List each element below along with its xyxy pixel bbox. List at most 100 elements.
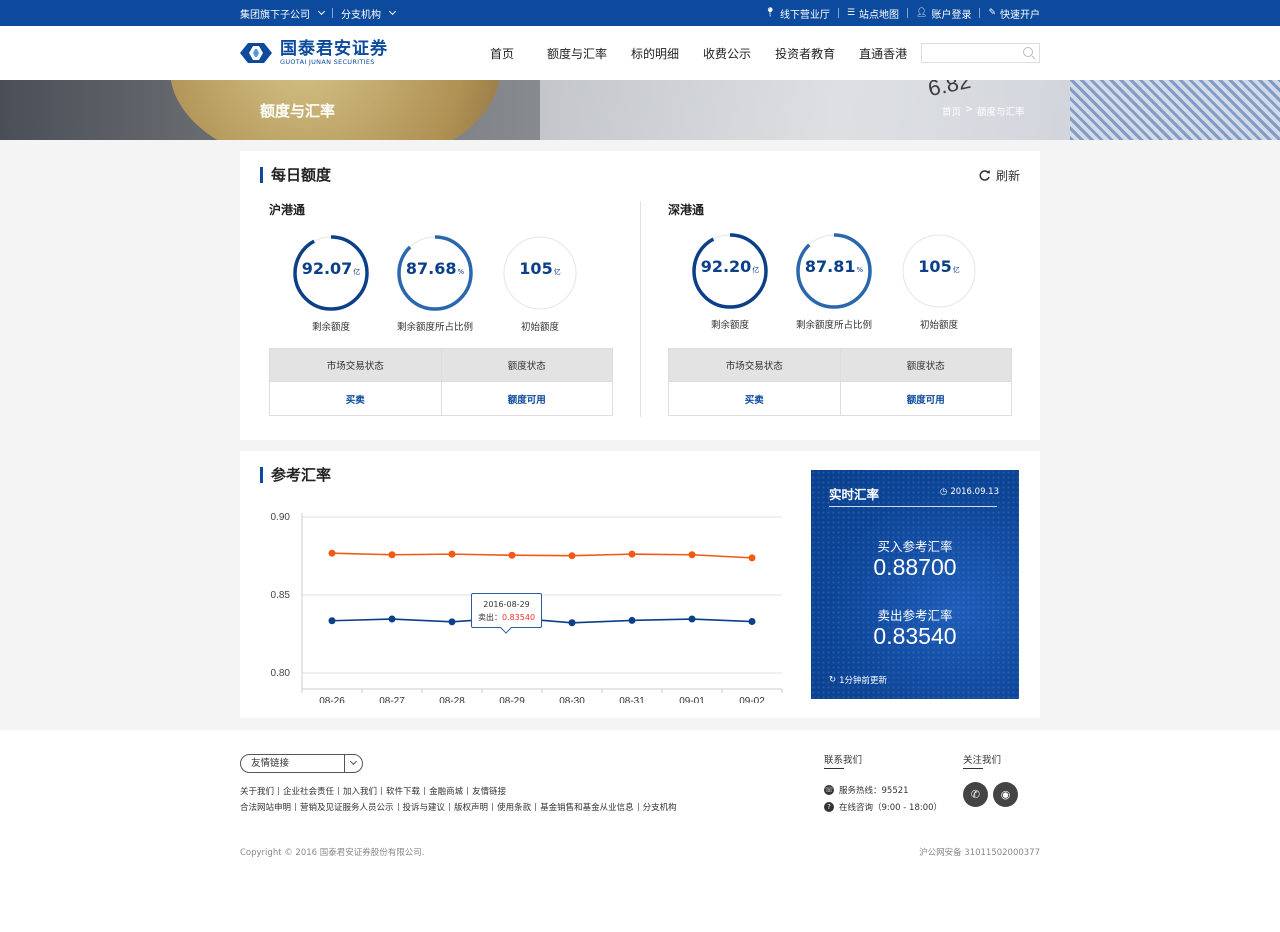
gauge-value: 92.07亿 bbox=[301, 259, 361, 278]
table-header-quota-status: 额度状态 bbox=[839, 348, 1012, 382]
footer-link[interactable]: 投诉与建议 bbox=[403, 801, 446, 813]
footer-link[interactable]: 软件下载 bbox=[386, 785, 420, 797]
buy-rate-value: 0.88700 bbox=[873, 554, 957, 580]
breadcrumb: 首页 > 额度与汇率 bbox=[942, 104, 1025, 118]
logo[interactable]: 国泰君安证券 GUOTAI JUNAN SECURITIES bbox=[240, 40, 388, 66]
footer: 友情链接 关于我们 企业社会责任 加入我们 软件下载 金融商城 友情链接 合法网站申明 营销… bbox=[0, 730, 1280, 932]
status-table: 市场交易状态 额度状态 买卖 额度可用 bbox=[668, 348, 1012, 416]
headset-icon: ☏ bbox=[824, 785, 834, 795]
reference-rate-title: 参考汇率 bbox=[260, 467, 331, 483]
online-consult[interactable]: ? 在线咨询（9:00 - 18:00） bbox=[824, 801, 942, 813]
footer-link[interactable]: 版权声明 bbox=[454, 801, 488, 813]
copyright: Copyright © 2016 国泰君安证券股份有限公司. bbox=[240, 848, 425, 858]
data-point bbox=[508, 551, 516, 559]
account-icon: ✎ bbox=[988, 8, 996, 18]
logo-text-cn: 国泰君安证券 bbox=[280, 39, 388, 59]
location-pin-icon: 📍︎ bbox=[764, 8, 776, 18]
x-tick-label: 08-31 bbox=[619, 696, 645, 703]
nav-quota-rate[interactable]: 额度与汇率 bbox=[547, 45, 607, 62]
footer-link[interactable]: 金融商城 bbox=[429, 785, 463, 797]
footer-link[interactable]: 加入我们 bbox=[343, 785, 377, 797]
divider bbox=[332, 8, 333, 18]
x-tick-label: 08-27 bbox=[379, 696, 405, 703]
gauge-label: 剩余额度 bbox=[311, 322, 350, 333]
footer-link[interactable]: 营销及见证服务人员公示 bbox=[300, 801, 394, 813]
footer-link[interactable]: 关于我们 bbox=[240, 785, 274, 797]
wechat-icon[interactable]: ✆ bbox=[963, 782, 988, 807]
data-point bbox=[328, 549, 336, 557]
status-table: 市场交易状态 额度状态 买卖 额度可用 bbox=[269, 348, 613, 416]
gauge-label: 剩余额度所占比例 bbox=[795, 320, 872, 331]
refresh-icon: ↻ bbox=[829, 675, 837, 685]
site-map-label: 站点地图 bbox=[859, 9, 900, 21]
x-tick-label: 09-01 bbox=[679, 696, 705, 703]
data-point bbox=[748, 554, 756, 562]
logo-mark-icon bbox=[240, 43, 272, 63]
breadcrumb-home[interactable]: 首页 bbox=[942, 104, 961, 118]
x-tick-label: 08-26 bbox=[319, 696, 345, 703]
divider bbox=[979, 8, 981, 18]
tooltip-label: 卖出： bbox=[477, 613, 502, 622]
footer-link[interactable]: 友情链接 bbox=[472, 785, 506, 797]
y-tick-label: 0.85 bbox=[271, 590, 291, 601]
breadcrumb-separator: > bbox=[965, 104, 973, 115]
search-icon[interactable] bbox=[1023, 47, 1033, 57]
divider bbox=[492, 803, 494, 811]
beian-number: 沪公网安备 31011502000377 bbox=[919, 848, 1040, 858]
weibo-icon[interactable]: ◉ bbox=[993, 782, 1018, 807]
x-tick-label: 08-29 bbox=[499, 696, 525, 703]
market-shanghai: 沪港通 92.07亿 剩余额度 87.68% 剩余额度所占比例 105亿 初始额… bbox=[269, 151, 629, 440]
quota-status-value: 额度可用 bbox=[839, 381, 1012, 416]
realtime-rate-panel: 实时汇率 ◷ 2016.09.13 买入参考汇率 0.88700 卖出参考汇率 … bbox=[811, 470, 1019, 699]
chart-tooltip: 2016-08-29 卖出：0.83540 bbox=[471, 593, 542, 628]
x-tick-label: 08-30 bbox=[559, 696, 585, 703]
friend-links-select[interactable]: 友情链接 bbox=[240, 754, 363, 773]
follow-title: 关注我们 bbox=[963, 752, 1001, 769]
daily-quota-card: 每日额度 刷新 沪港通 92.07亿 剩余额度 87.68% 剩余额度所占比例 … bbox=[240, 151, 1040, 440]
question-icon: ? bbox=[824, 802, 834, 812]
branch-dropdown[interactable]: 分支机构 bbox=[341, 6, 397, 21]
footer-link[interactable]: 企业社会责任 bbox=[283, 785, 334, 797]
hotline: ☏ 服务热线：95521 bbox=[824, 785, 909, 796]
gauge-remaining-ratio: 87.81% 剩余额度所占比例 bbox=[794, 231, 874, 331]
gauge-initial-quota: 105亿 初始额度 bbox=[500, 233, 580, 333]
list-icon: ☰ bbox=[846, 8, 856, 18]
offline-hall-link[interactable]: 📍︎ 线下营业厅 bbox=[765, 6, 830, 21]
page-title: 额度与汇率 bbox=[260, 102, 336, 120]
sell-rate-value: 0.83540 bbox=[873, 623, 957, 649]
group-companies-label: 集团旗下子公司 bbox=[240, 9, 310, 21]
search-box bbox=[921, 43, 1040, 66]
divider bbox=[424, 787, 426, 795]
footer-link[interactable]: 基金销售和基金从业信息 bbox=[540, 801, 634, 813]
site-map-link[interactable]: ☰ 站点地图 bbox=[847, 6, 899, 21]
search-input[interactable] bbox=[922, 47, 1018, 66]
user-icon: 👤︎ bbox=[916, 8, 928, 18]
open-account-link[interactable]: ✎ 快速开户 bbox=[988, 6, 1040, 21]
buy-rate-label: 买入参考汇率 bbox=[877, 539, 953, 554]
market-divider bbox=[640, 201, 641, 417]
footer-links-row1: 关于我们 企业社会责任 加入我们 软件下载 金融商城 友情链接 bbox=[240, 785, 506, 797]
gauge-value: 87.81% bbox=[804, 257, 864, 276]
divider bbox=[278, 787, 280, 795]
gauge-label: 剩余额度所占比例 bbox=[396, 322, 473, 333]
footer-link[interactable]: 使用条款 bbox=[497, 801, 531, 813]
footer-link[interactable]: 分支机构 bbox=[643, 801, 677, 813]
footer-link[interactable]: 合法网站申明 bbox=[240, 801, 291, 813]
top-bar: 集团旗下子公司 分支机构 📍︎ 线下营业厅 ☰ 站点地图 👤︎ 账户登录 ✎ 快… bbox=[0, 0, 1280, 26]
nav-securities[interactable]: 标的明细 bbox=[631, 45, 679, 62]
nav-hk-direct[interactable]: 直通香港 bbox=[859, 45, 907, 62]
table-header-quota-status: 额度状态 bbox=[440, 348, 613, 382]
data-point bbox=[568, 619, 576, 627]
realtime-title: 实时汇率 bbox=[829, 487, 880, 502]
data-point bbox=[628, 550, 636, 558]
group-companies-dropdown[interactable]: 集团旗下子公司 bbox=[240, 6, 326, 21]
breadcrumb-current: 额度与汇率 bbox=[976, 107, 1025, 118]
market-name: 深港通 bbox=[668, 203, 705, 217]
data-point bbox=[388, 615, 396, 623]
sell-rate-label: 卖出参考汇率 bbox=[877, 608, 953, 623]
nav-home[interactable]: 首页 bbox=[490, 45, 514, 62]
nav-investor-education[interactable]: 投资者教育 bbox=[775, 45, 835, 62]
login-link[interactable]: 👤︎ 账户登录 bbox=[916, 6, 971, 21]
nav-fees[interactable]: 收费公示 bbox=[703, 45, 751, 62]
divider bbox=[295, 803, 297, 811]
